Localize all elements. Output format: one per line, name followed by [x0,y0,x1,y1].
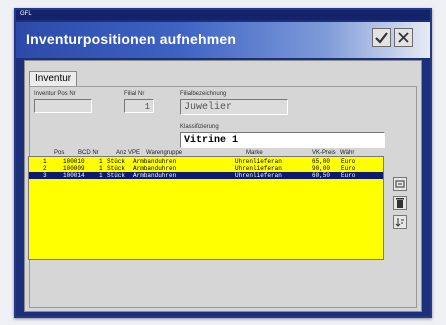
table-row-selected[interactable]: 3 100014 1 Stück Armbanduhren Uhrenliefe… [29,172,383,179]
cell-gruppe: Armbanduhren [133,172,177,179]
cell-pos: 2 [43,165,47,172]
sort-icon [395,218,404,227]
filial-name-label: Filialbezeichnung [180,91,227,97]
cell-anz: 1 [99,165,103,172]
close-button[interactable] [394,28,413,47]
edit-icon [395,180,405,188]
filial-nr-field[interactable]: 1 [124,99,154,113]
cell-vpe: Stück [107,165,126,172]
window-caption: GFL [20,11,32,17]
cell-preis: 60,50 [312,172,331,179]
cell-pos: 3 [43,172,47,179]
table-row[interactable]: 1 100010 1 Stück Armbanduhren Uhrenliefe… [29,158,383,165]
delete-row-button[interactable] [393,196,407,210]
pos-nr-field[interactable] [34,99,92,113]
close-icon [398,32,409,43]
filial-nr-label: Filial Nr [124,91,145,97]
cell-bcd: 100010 [63,158,85,165]
cell-vpe: Stück [107,172,126,179]
cell-preis: 90,00 [312,165,331,172]
filial-name-field[interactable]: Juwelier [180,99,288,115]
cell-anz: 1 [99,158,103,165]
edit-row-button[interactable] [393,177,407,191]
pos-nr-label: Inventur Pos Nr [34,91,76,97]
cell-vpe: Stück [107,158,126,165]
confirm-button[interactable] [372,28,391,47]
cell-pos: 1 [43,158,47,165]
cell-anz: 1 [99,172,103,179]
cell-preis: 65,00 [312,158,331,165]
klassifizierung-field[interactable]: Vitrine 1 [180,132,385,148]
cell-gruppe: Armbanduhren [133,165,177,172]
trash-icon [396,198,404,208]
sort-button[interactable] [393,215,407,229]
positions-grid[interactable]: 1 100010 1 Stück Armbanduhren Uhrenliefe… [28,156,384,260]
cell-marke: Uhrenlieferan [235,158,282,165]
cell-gruppe: Armbanduhren [133,158,177,165]
tab-inventur[interactable]: Inventur [29,71,78,86]
cell-bcd: 100009 [63,165,85,172]
table-row[interactable]: 2 100009 1 Stück Armbanduhren Uhrenliefe… [29,165,383,172]
cell-marke: Uhrenlieferan [235,172,282,179]
page-title: Inventurpositionen aufnehmen [26,31,237,47]
cell-waehr: Euro [341,158,356,165]
cell-waehr: Euro [341,172,356,179]
checkmark-icon [375,31,388,44]
cell-bcd: 100014 [63,172,85,179]
window-caption-bar: GFL [16,10,430,20]
cell-marke: Uhrenlieferan [235,165,282,172]
cell-waehr: Euro [341,165,356,172]
klassifizierung-label: Klassifizierung [180,124,219,130]
app-window: GFL Inventurpositionen aufnehmen Inventu… [14,8,432,318]
